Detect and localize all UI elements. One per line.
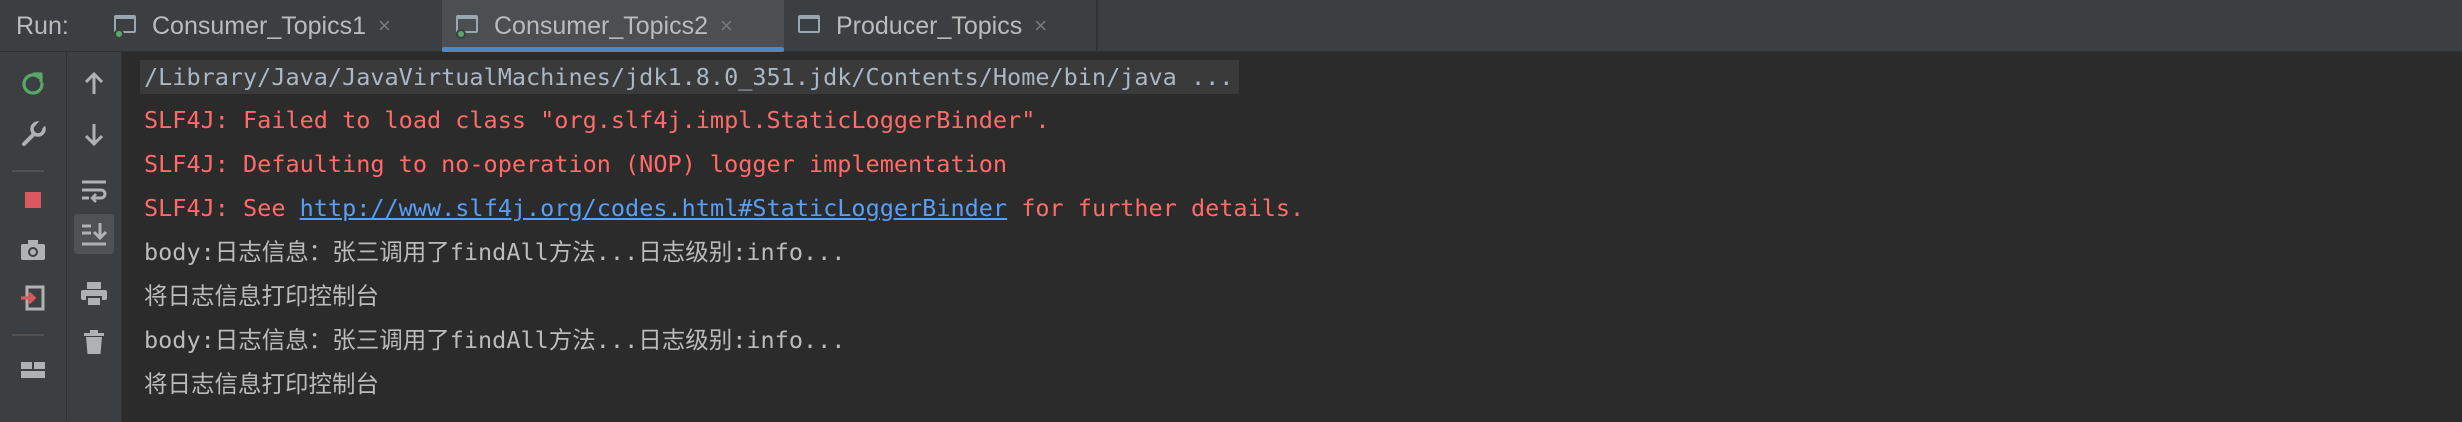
- exit-button[interactable]: [13, 278, 53, 318]
- stop-icon: [25, 192, 41, 208]
- close-icon[interactable]: ×: [1034, 15, 1047, 37]
- layout-icon: [21, 362, 45, 378]
- clear-all-button[interactable]: [74, 322, 114, 362]
- run-tool-window: Run: Consumer_Topics1 × Consumer_Topics2…: [0, 0, 2462, 422]
- console-output-line: body:日志信息：张三调用了findAll方法...日志级别:info...: [144, 326, 846, 354]
- print-button[interactable]: [74, 274, 114, 314]
- tab-title: Consumer_Topics1: [152, 11, 366, 40]
- run-config-icon: [798, 15, 822, 37]
- scroll-to-end-button[interactable]: [74, 214, 114, 254]
- toolbar-separator: [12, 170, 44, 172]
- console-output-line: body:日志信息：张三调用了findAll方法...日志级别:info...: [144, 238, 846, 266]
- slf4j-link[interactable]: http://www.slf4j.org/codes.html#StaticLo…: [300, 194, 1007, 222]
- previous-occurrence-button[interactable]: [74, 64, 114, 104]
- camera-icon: [21, 240, 45, 260]
- soft-wrap-icon: [82, 180, 107, 203]
- close-icon[interactable]: ×: [720, 15, 733, 37]
- console-output-line: 将日志信息打印控制台: [144, 370, 379, 398]
- tab-producer-topics[interactable]: Producer_Topics ×: [784, 0, 1084, 52]
- rerun-button[interactable]: [13, 64, 53, 104]
- arrow-down-icon: [84, 124, 104, 147]
- stop-button[interactable]: [13, 180, 53, 220]
- tab-consumer-topics1[interactable]: Consumer_Topics1 ×: [100, 0, 442, 52]
- next-occurrence-button[interactable]: [74, 114, 114, 154]
- console-error-line: SLF4J: Defaulting to no-operation (NOP) …: [144, 150, 1008, 178]
- exit-icon: [21, 285, 45, 311]
- wrench-icon: [22, 120, 46, 146]
- console-error-line: SLF4J: See http://www.slf4j.org/codes.ht…: [144, 193, 1304, 223]
- toolbar-separator: [12, 334, 44, 336]
- error-text: SLF4J: See: [144, 194, 300, 222]
- close-icon[interactable]: ×: [378, 15, 391, 37]
- run-tab-bar: Run: Consumer_Topics1 × Consumer_Topics2…: [0, 0, 2462, 52]
- rerun-icon: [22, 72, 44, 95]
- tab-title: Consumer_Topics2: [494, 11, 708, 40]
- run-tabs: Consumer_Topics1 × Consumer_Topics2 × Pr…: [100, 0, 1084, 52]
- print-icon: [81, 282, 107, 307]
- error-text: for further details.: [1007, 194, 1305, 222]
- run-label: Run:: [16, 12, 69, 40]
- arrow-up-icon: [84, 71, 104, 94]
- trash-icon: [84, 330, 104, 354]
- console-output[interactable]: /Library/Java/JavaVirtualMachines/jdk1.8…: [122, 52, 2462, 422]
- tab-consumer-topics2[interactable]: Consumer_Topics2 ×: [442, 0, 784, 52]
- run-actions-toolbar: [0, 52, 66, 422]
- scroll-to-end-icon: [82, 223, 108, 246]
- dump-threads-button[interactable]: [13, 230, 53, 270]
- console-error-line: SLF4J: Failed to load class "org.slf4j.i…: [144, 106, 1050, 134]
- console-command-line[interactable]: /Library/Java/JavaVirtualMachines/jdk1.8…: [140, 60, 1240, 94]
- settings-button[interactable]: [13, 114, 53, 154]
- console-output-line: 将日志信息打印控制台: [144, 282, 379, 310]
- tab-bar-divider: [1096, 0, 1098, 52]
- tab-title: Producer_Topics: [836, 11, 1023, 40]
- console-toolbar: [66, 52, 122, 422]
- soft-wrap-button[interactable]: [74, 170, 114, 210]
- run-config-icon: [456, 15, 480, 39]
- run-config-icon: [114, 15, 138, 39]
- layout-button[interactable]: [13, 350, 53, 390]
